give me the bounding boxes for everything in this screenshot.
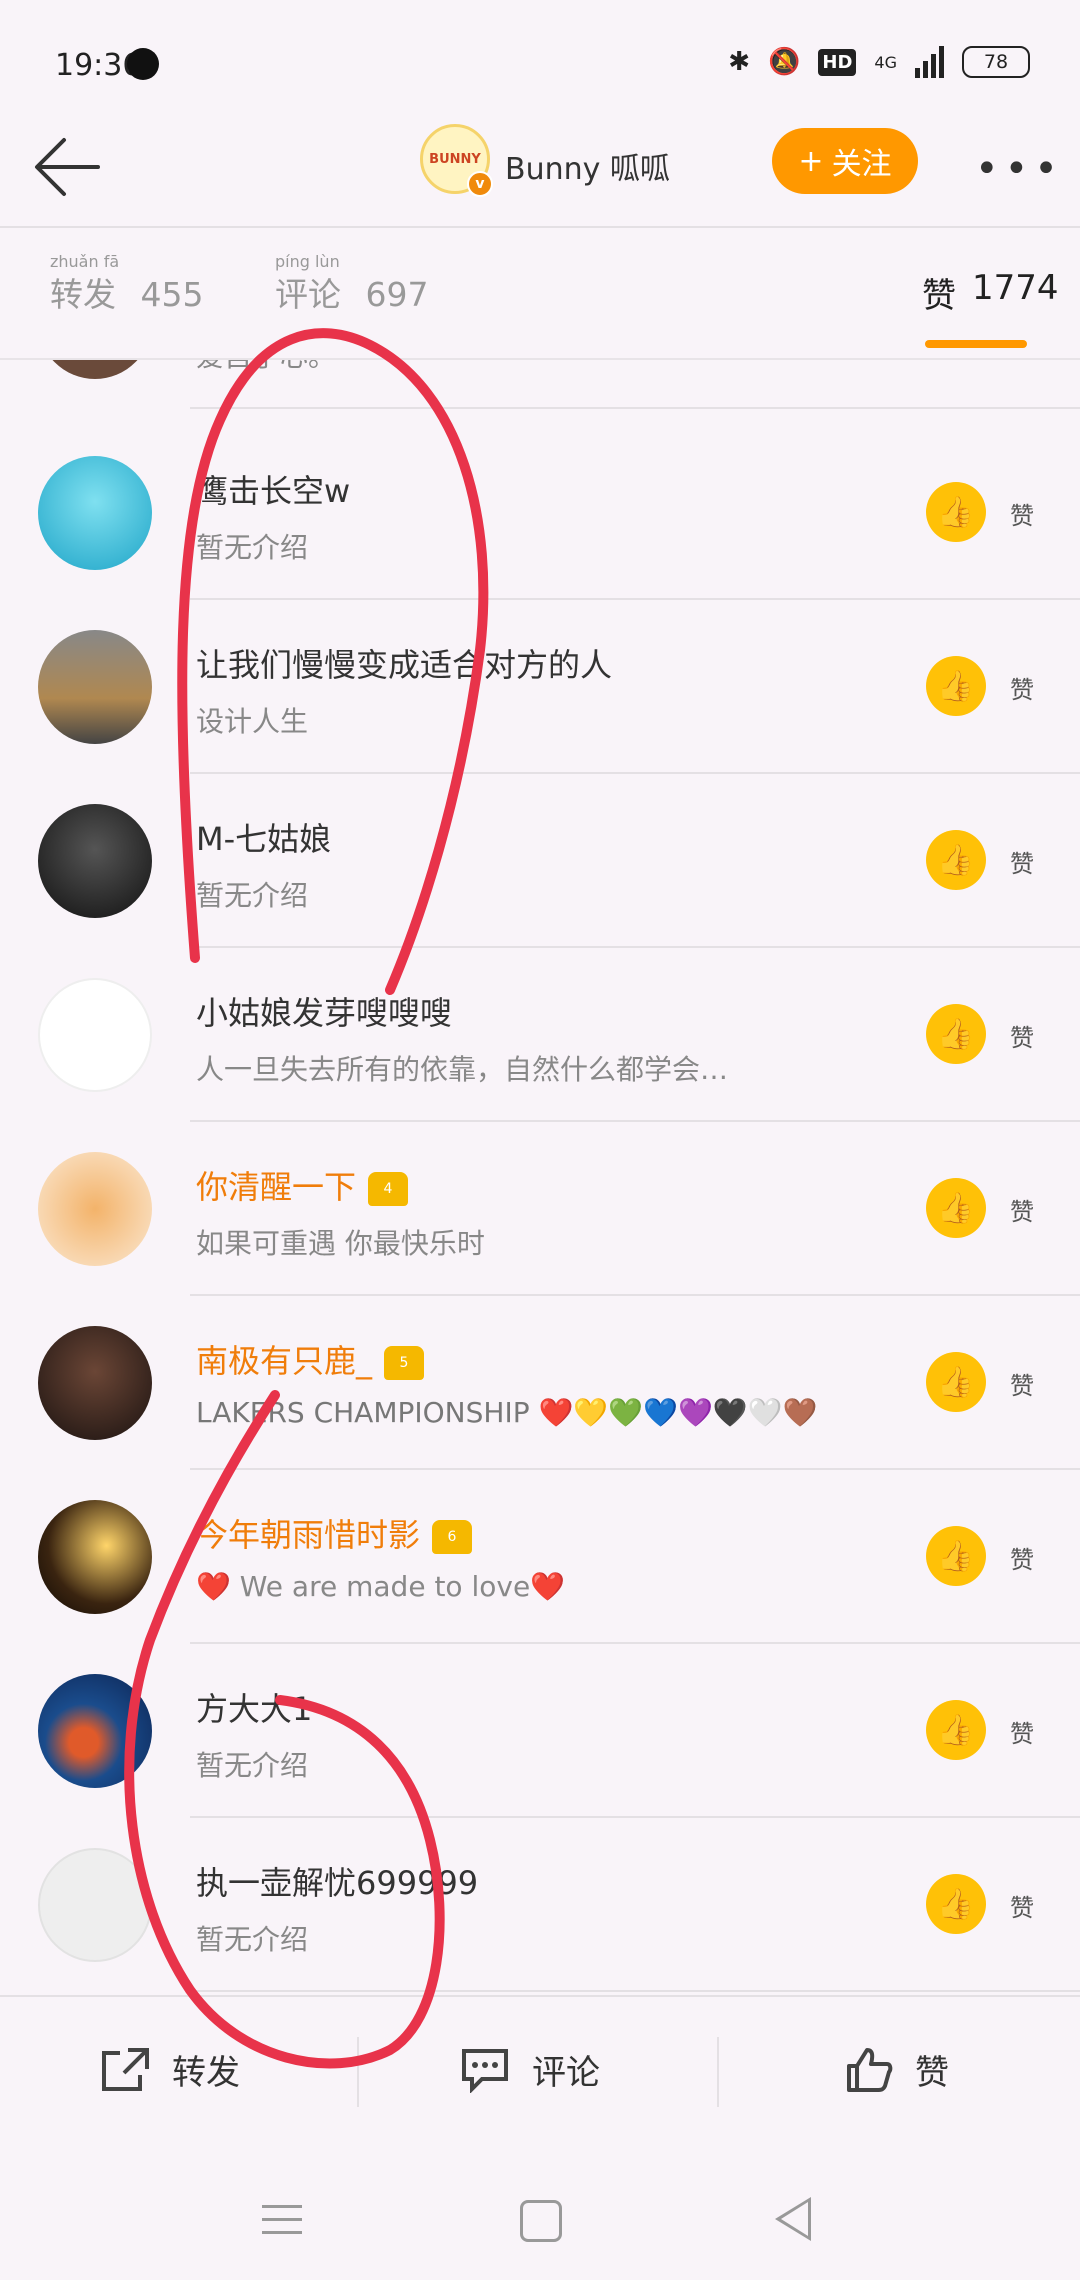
interaction-tabs: zhuǎn fā 转发 455 píng lùn 评论 697 赞 1774 (0, 228, 1080, 358)
like-button[interactable]: 👍 (926, 1004, 986, 1064)
comment-button[interactable]: 评论 (460, 2045, 600, 2094)
comment-icon (462, 2048, 508, 2093)
back-icon[interactable] (775, 2197, 811, 2241)
signal-icon (915, 46, 944, 78)
home-icon[interactable] (520, 2200, 562, 2242)
list-item[interactable]: 小姑娘发芽嗖嗖嗖 人一旦失去所有的依靠，自然什么都学会… 👍 赞 (0, 948, 1080, 1122)
battery-icon: 78 (962, 46, 1030, 78)
top-bar: BUNNY v Bunny 呱呱 + 关注 ••• (0, 120, 1080, 225)
like-button[interactable]: 👍 (926, 482, 986, 542)
list-item[interactable]: 让我们慢慢变成适合对方的人 设计人生 👍 赞 (0, 600, 1080, 774)
mute-icon: 🔕 (768, 47, 801, 77)
likers-list: 爱自手心。 鹰击长空w 暂无介绍 👍 赞 让我们慢慢变成适合对方的人 设计人生 … (0, 360, 1080, 2000)
list-item[interactable]: 你清醒一下 4 如果可重遇 你最快乐时 👍 赞 (0, 1122, 1080, 1296)
like-post-button[interactable]: 赞 (845, 2045, 949, 2094)
bottom-action-bar: 转发 评论 赞 (0, 1995, 1080, 2147)
follow-button[interactable]: + 关注 (772, 128, 918, 194)
avatar (38, 804, 152, 918)
recent-apps-icon[interactable] (262, 2205, 302, 2244)
back-arrow-icon[interactable] (28, 132, 108, 202)
network-type: 4G (874, 52, 897, 72)
system-navigation-bar (0, 2145, 1080, 2280)
avatar (38, 1152, 152, 1266)
like-button[interactable]: 👍 (926, 830, 986, 890)
repost-button[interactable]: 转发 (100, 2045, 240, 2094)
avatar (38, 456, 152, 570)
avatar (38, 1500, 152, 1614)
like-button[interactable]: 👍 (926, 1178, 986, 1238)
more-options-icon[interactable]: ••• (975, 146, 1064, 192)
repost-icon (102, 2047, 149, 2091)
avatar (38, 1848, 152, 1962)
verified-badge-icon: v (467, 171, 493, 197)
like-button[interactable]: 👍 (926, 656, 986, 716)
avatar (38, 1326, 152, 1440)
like-button[interactable]: 👍 (926, 1874, 986, 1934)
vip-crown-icon: 5 (384, 1346, 425, 1380)
tab-comments[interactable]: píng lùn 评论 697 (275, 252, 429, 316)
list-item[interactable]: 爱自手心。 (0, 360, 1080, 409)
active-tab-indicator (925, 340, 1027, 348)
like-button[interactable]: 👍 (926, 1526, 986, 1586)
tab-reposts[interactable]: zhuǎn fā 转发 455 (50, 252, 204, 316)
avatar (38, 360, 152, 379)
like-button[interactable]: 👍 (926, 1700, 986, 1760)
list-item[interactable]: 执一壶解忧699999 暂无介绍 👍 赞 (0, 1818, 1080, 1992)
tab-likes[interactable]: 赞 1774 (922, 268, 1059, 317)
vip-crown-icon: 4 (368, 1172, 409, 1206)
list-item[interactable]: 鹰击长空w 暂无介绍 👍 赞 (0, 426, 1080, 600)
like-button[interactable]: 👍 (926, 1352, 986, 1412)
plus-icon: + (798, 143, 824, 179)
list-item[interactable]: 今年朝雨惜时影 6 ❤️ We are made to love❤️ 👍 赞 (0, 1470, 1080, 1644)
avatar (38, 630, 152, 744)
profile-avatar[interactable]: BUNNY v (420, 124, 493, 197)
bluetooth-icon: ✱ (728, 47, 751, 77)
thumbs-up-icon (847, 2047, 893, 2092)
hd-badge: HD (818, 48, 857, 76)
globe-icon (127, 48, 159, 80)
vip-crown-icon: 6 (432, 1520, 473, 1554)
list-item[interactable]: M-七姑娘 暂无介绍 👍 赞 (0, 774, 1080, 948)
list-item[interactable]: 南极有只鹿_ 5 LAKERS CHAMPIONSHIP ❤️💛💚💙💜🖤🤍🤎 👍 … (0, 1296, 1080, 1470)
status-bar: 19:36 ✱ 🔕 HD 4G 78 (0, 0, 1080, 130)
avatar (38, 1674, 152, 1788)
avatar (38, 978, 152, 1092)
list-item[interactable]: 方大大1 暂无介绍 👍 赞 (0, 1644, 1080, 1818)
profile-username[interactable]: Bunny 呱呱 (505, 144, 670, 188)
